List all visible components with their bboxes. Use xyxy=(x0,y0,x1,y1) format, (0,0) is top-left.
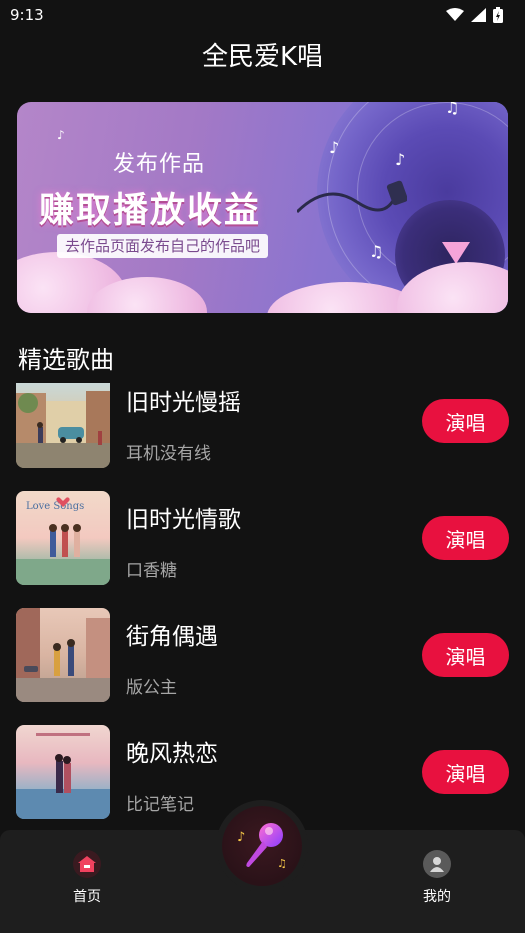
home-icon xyxy=(73,850,101,878)
wifi-icon xyxy=(446,8,464,21)
album-cover xyxy=(16,383,110,468)
svg-text:♪: ♪ xyxy=(237,830,245,845)
song-title: 旧时光慢摇 xyxy=(126,390,241,416)
user-icon xyxy=(423,850,451,878)
nav-item-home[interactable]: 首页 xyxy=(47,850,127,906)
music-note-icon: ♪ xyxy=(57,128,65,142)
list-item[interactable]: 旧时光慢摇 耳机没有线 演唱 xyxy=(0,383,525,479)
section-title: 精选歌曲 xyxy=(18,346,114,374)
nav-label-home: 首页 xyxy=(73,889,101,905)
microphone-icon: ♪ ♫ xyxy=(237,823,287,870)
song-artist: 口香糖 xyxy=(126,561,177,581)
music-note-icon: ♫ xyxy=(369,242,384,261)
nav-label-mine: 我的 xyxy=(423,889,451,905)
album-cover xyxy=(16,608,110,702)
battery-icon xyxy=(493,7,503,23)
karaoke-mic-button[interactable]: ♪ ♫ xyxy=(222,806,302,886)
banner-tip: 去作品页面发布自己的作品吧 xyxy=(57,234,269,258)
status-icons xyxy=(446,7,503,23)
song-artist: 版公主 xyxy=(126,678,177,698)
headphone-cable-graphic xyxy=(297,180,407,214)
cover-text: Love Songs xyxy=(26,501,84,512)
list-item[interactable]: Love Songs 旧时光情歌 口香糖 演唱 xyxy=(0,491,525,587)
play-icon xyxy=(442,242,470,264)
page-title: 全民爱K唱 xyxy=(201,42,324,72)
nav-item-mine[interactable]: 我的 xyxy=(397,850,477,906)
status-bar: 9:13 xyxy=(0,0,525,30)
banner-headline: 赚取播放收益 xyxy=(39,191,262,231)
song-artist: 耳机没有线 xyxy=(126,444,211,464)
sing-button[interactable]: 演唱 xyxy=(422,750,509,794)
signal-icon xyxy=(471,8,486,22)
status-time: 9:13 xyxy=(10,6,44,24)
sing-button[interactable]: 演唱 xyxy=(422,399,509,443)
music-note-icon: ♪ xyxy=(329,138,340,157)
music-note-icon: ♪ xyxy=(395,150,406,169)
album-cover: Love Songs xyxy=(16,491,110,585)
song-title: 晚风热恋 xyxy=(126,741,218,767)
sing-button[interactable]: 演唱 xyxy=(422,633,509,677)
song-artist: 比记笔记 xyxy=(126,795,194,815)
promo-banner[interactable]: ♫ ♪ ♪ ♫ ♪ 发布作品 赚取播放收益 去作品页面发布自己的作品吧 xyxy=(17,102,508,313)
banner-subtitle: 发布作品 xyxy=(113,152,206,177)
list-item[interactable]: 街角偶遇 版公主 演唱 xyxy=(0,608,525,704)
song-title: 街角偶遇 xyxy=(126,624,218,650)
svg-text:♫: ♫ xyxy=(277,857,287,870)
sing-button[interactable]: 演唱 xyxy=(422,516,509,560)
music-note-icon: ♫ xyxy=(445,102,460,117)
song-title: 旧时光情歌 xyxy=(126,507,241,533)
album-cover xyxy=(16,725,110,819)
